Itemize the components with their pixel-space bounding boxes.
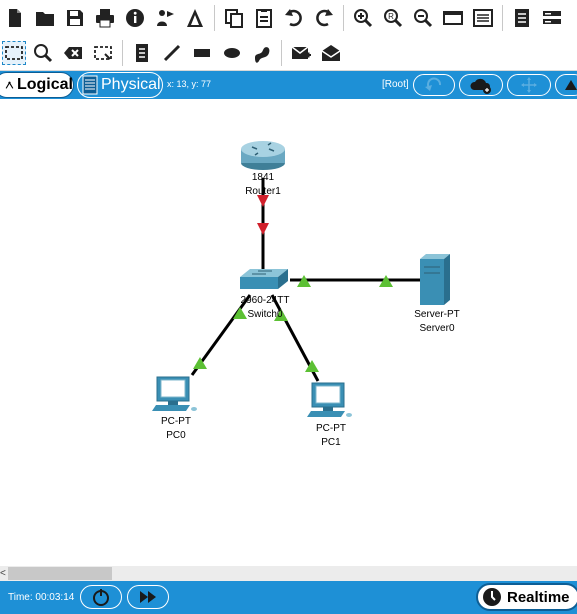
select-icon[interactable] <box>2 41 26 65</box>
tab-logical[interactable]: Logical <box>0 72 74 98</box>
workspace-mode-bar: Logical Physical x: 13, y: 77 [Root] <box>0 71 577 99</box>
switch-name-label: Switch0 <box>247 309 282 320</box>
logical-workspace[interactable]: 1841 Router1 2960-24TT Switch0 Server-PT <box>0 99 577 566</box>
add-simple-pdu-icon[interactable] <box>288 40 314 66</box>
link-switch-server[interactable] <box>290 275 420 287</box>
server-icon <box>420 254 450 305</box>
switch0-device[interactable]: 2960-24TT Switch0 <box>240 269 289 320</box>
zoom-in-icon[interactable] <box>350 5 376 31</box>
zoom-reset-icon[interactable]: R <box>380 5 406 31</box>
save-icon[interactable] <box>62 5 88 31</box>
scrollbar-thumb[interactable] <box>8 567 112 580</box>
undo-icon[interactable] <box>281 5 307 31</box>
router-name-label: Router1 <box>245 186 281 197</box>
info-icon[interactable] <box>122 5 148 31</box>
drawing-palette-icon[interactable] <box>440 5 466 31</box>
viewport-button[interactable] <box>555 74 577 96</box>
pc1-device[interactable]: PC-PT PC1 <box>307 382 352 448</box>
pc1-model-label: PC-PT <box>316 423 346 434</box>
svg-text:R: R <box>388 12 394 21</box>
activity-wizard-icon[interactable] <box>152 5 178 31</box>
power-cycle-button[interactable] <box>80 585 122 609</box>
cursor-coordinates: x: 13, y: 77 <box>167 79 212 89</box>
simulation-time: Time: 00:03:14 <box>8 592 75 603</box>
add-complex-pdu-icon[interactable] <box>318 40 344 66</box>
physical-rack-icon <box>82 75 98 95</box>
link-switch-pc1[interactable] <box>270 294 320 382</box>
simulation-status-bar: Time: 00:03:14 Realtime <box>0 581 577 614</box>
triangle-up-icon <box>565 80 577 90</box>
router-icon <box>241 141 285 170</box>
paste-icon[interactable] <box>251 5 277 31</box>
switch-model-label: 2960-24TT <box>241 295 290 306</box>
tab-physical[interactable]: Physical <box>77 72 163 98</box>
network-topology: 1841 Router1 2960-24TT Switch0 Server-PT <box>152 141 460 448</box>
back-arrow-icon <box>425 77 441 91</box>
print-icon[interactable] <box>92 5 118 31</box>
realtime-label: Realtime <box>507 588 570 606</box>
router-model-label: 1841 <box>252 172 275 183</box>
fast-forward-icon <box>140 591 156 603</box>
clock-icon <box>483 588 501 606</box>
pc-icon <box>307 382 352 417</box>
link-switch-pc0[interactable] <box>190 294 252 376</box>
resize-icon[interactable] <box>90 40 116 66</box>
back-button[interactable] <box>413 74 455 96</box>
toolbar-divider <box>343 5 344 31</box>
toolbar-divider <box>502 5 503 31</box>
draw-rectangle-icon[interactable] <box>189 40 215 66</box>
main-toolbar: R <box>0 0 577 36</box>
realtime-mode-button[interactable]: Realtime <box>476 583 577 611</box>
delete-icon[interactable] <box>60 40 86 66</box>
pc0-device[interactable]: PC-PT PC0 <box>152 376 197 441</box>
logical-topology-icon <box>5 81 14 89</box>
draw-line-icon[interactable] <box>159 40 185 66</box>
inspect-icon[interactable] <box>30 40 56 66</box>
network-info-icon[interactable] <box>539 5 565 31</box>
toolbar-divider <box>122 40 123 66</box>
new-cluster-button[interactable] <box>459 74 503 96</box>
toolbar-divider <box>281 40 282 66</box>
scroll-left-arrow[interactable]: < <box>0 566 8 581</box>
open-folder-icon[interactable] <box>32 5 58 31</box>
freeform-icon[interactable] <box>249 40 275 66</box>
pc-icon <box>152 376 197 411</box>
copy-icon[interactable] <box>221 5 247 31</box>
notes-icon[interactable] <box>509 5 535 31</box>
link-status-down-icon <box>257 223 269 235</box>
pc0-name-label: PC0 <box>166 430 186 441</box>
redo-icon[interactable] <box>311 5 337 31</box>
pc0-model-label: PC-PT <box>161 416 191 427</box>
horizontal-scrollbar[interactable]: < <box>0 566 577 581</box>
draw-ellipse-icon[interactable] <box>219 40 245 66</box>
custom-devices-dialog-icon[interactable] <box>470 5 496 31</box>
custom-device-icon[interactable] <box>182 5 208 31</box>
server-name-label: Server0 <box>419 323 454 334</box>
move-object-button[interactable] <box>507 74 551 96</box>
server-model-label: Server-PT <box>414 309 460 320</box>
zoom-out-icon[interactable] <box>410 5 436 31</box>
root-breadcrumb[interactable]: [Root] <box>382 79 409 90</box>
new-file-icon[interactable] <box>2 5 28 31</box>
tab-physical-label: Physical <box>101 76 161 93</box>
place-note-icon[interactable] <box>129 40 155 66</box>
router1-device[interactable]: 1841 Router1 <box>241 141 285 197</box>
pc1-name-label: PC1 <box>321 437 341 448</box>
fast-forward-button[interactable] <box>127 585 169 609</box>
tools-toolbar <box>0 36 577 71</box>
tab-logical-label: Logical <box>16 76 73 93</box>
server0-device[interactable]: Server-PT Server0 <box>414 254 460 334</box>
toolbar-divider <box>214 5 215 31</box>
switch-icon <box>240 269 288 289</box>
move-arrows-icon <box>521 77 537 93</box>
power-cycle-icon <box>93 589 109 606</box>
cloud-add-icon <box>470 78 491 94</box>
